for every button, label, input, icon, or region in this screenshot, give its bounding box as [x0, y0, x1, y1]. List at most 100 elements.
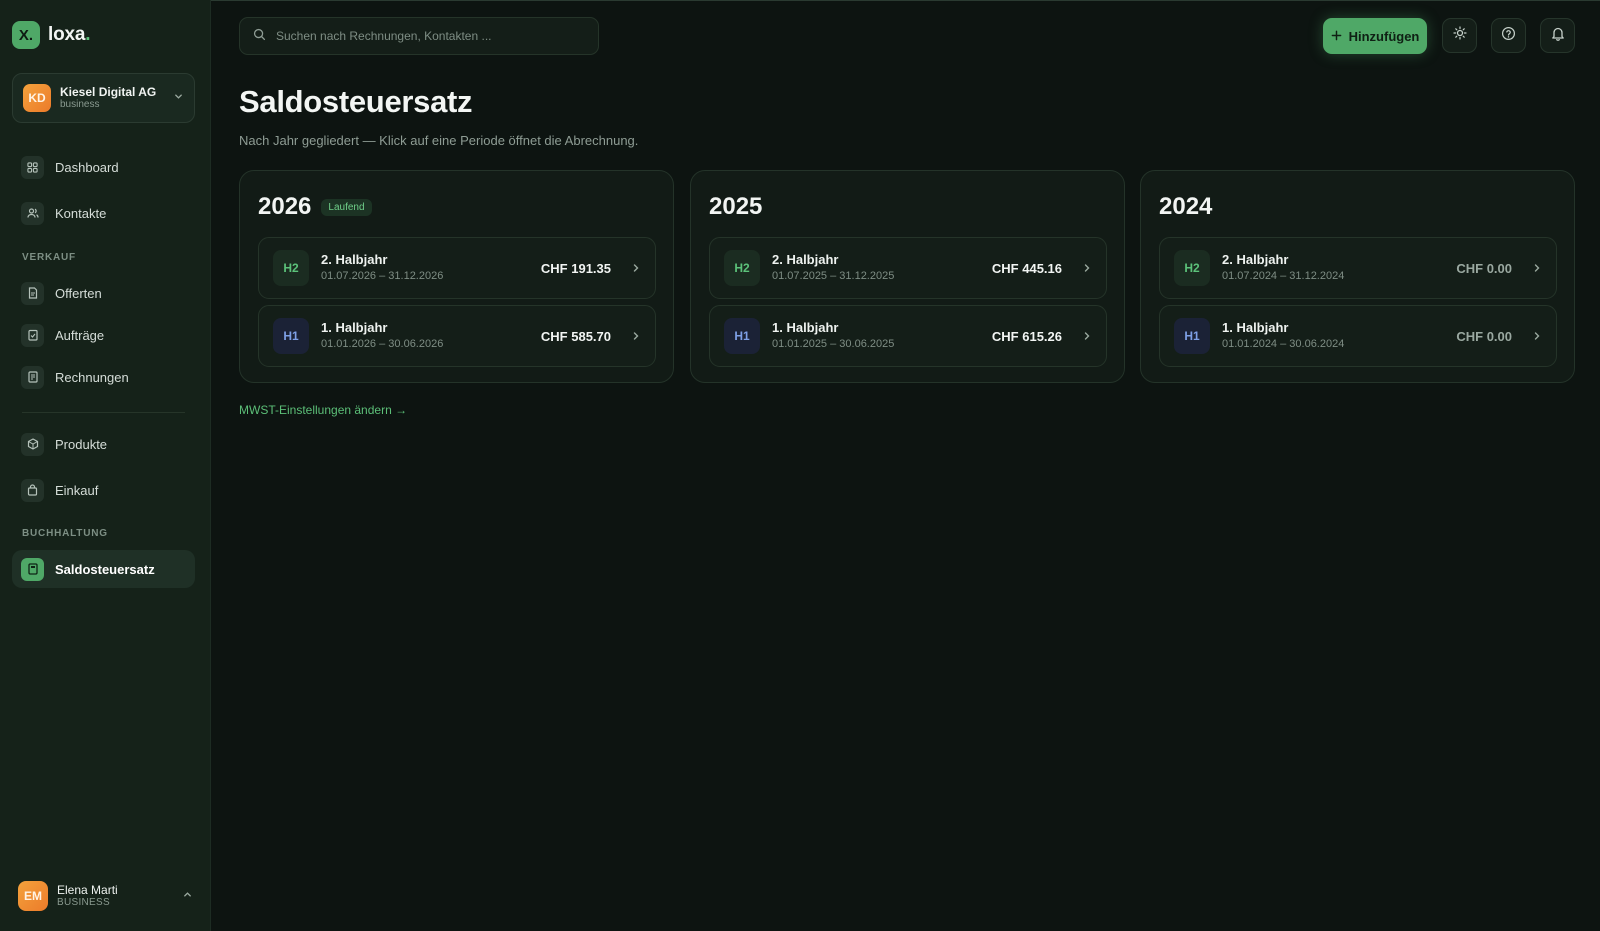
period-range: 01.01.2024 – 30.06.2024: [1222, 338, 1345, 351]
period-code-badge: H2: [273, 250, 309, 286]
sidebar-item-produkte[interactable]: Produkte: [12, 425, 195, 463]
calculator-icon: [21, 557, 44, 581]
sidebar-item-label: Kontakte: [55, 205, 107, 221]
nav-section-buchhaltung: BUCHHALTUNG: [22, 528, 108, 539]
period-range: 01.01.2026 – 30.06.2026: [321, 338, 444, 351]
period-range: 01.07.2026 – 31.12.2026: [321, 270, 444, 283]
sidebar-item-label: Offerten: [55, 285, 102, 301]
period-code-badge: H1: [273, 318, 309, 354]
chevron-right-icon: [1532, 261, 1542, 276]
user-role: BUSINESS: [57, 897, 110, 909]
period-amount: CHF 445.16: [991, 260, 1062, 276]
sidebar-item-label: Dashboard: [55, 159, 119, 175]
period-amount: CHF 585.70: [540, 328, 611, 344]
mwst-settings-link[interactable]: MWST-Einstellungen ändern →: [239, 403, 407, 417]
period-row-2026-h1[interactable]: H1 1. Halbjahr 01.01.2026 – 30.06.2026 C…: [258, 305, 656, 367]
period-row-2024-h2[interactable]: H2 2. Halbjahr 01.07.2024 – 31.12.2024 C…: [1159, 237, 1557, 299]
nav-verkauf: Offerten Aufträge Rechnungen: [12, 274, 195, 396]
year-card-2025: 2025 H2 2. Halbjahr 01.07.2025 – 31.12.2…: [690, 170, 1125, 383]
period-name: 1. Halbjahr: [772, 320, 839, 336]
period-amount: CHF 0.00: [1456, 328, 1512, 344]
nav-section-verkauf: VERKAUF: [22, 252, 76, 263]
period-code-badge: H1: [1174, 318, 1210, 354]
sidebar-item-label: Einkauf: [55, 482, 99, 498]
period-range: 01.07.2025 – 31.12.2025: [772, 270, 895, 283]
user-name: Elena Marti: [57, 882, 118, 897]
theme-toggle-button[interactable]: [1442, 18, 1477, 53]
search-input[interactable]: Suchen nach Rechnungen, Kontakten ...: [239, 17, 599, 55]
notifications-button[interactable]: [1540, 18, 1575, 53]
period-name: 2. Halbjahr: [1222, 252, 1289, 268]
period-amount: CHF 615.26: [991, 328, 1062, 344]
help-button[interactable]: [1491, 18, 1526, 53]
company-avatar: KD: [23, 84, 51, 112]
search-icon: [253, 28, 266, 44]
period-row-2025-h1[interactable]: H1 1. Halbjahr 01.01.2025 – 30.06.2025 C…: [709, 305, 1107, 367]
period-name: 2. Halbjahr: [321, 252, 388, 268]
year-card-2024: 2024 H2 2. Halbjahr 01.07.2024 – 31.12.2…: [1140, 170, 1575, 383]
shopping-bag-icon: [21, 478, 44, 502]
year-card-2026: 2026 Laufend H2 2. Halbjahr 01.07.2026 –…: [239, 170, 674, 383]
chevron-right-icon: [1082, 329, 1092, 344]
period-name: 1. Halbjahr: [1222, 320, 1289, 336]
sidebar-item-label: Saldosteuersatz: [55, 561, 155, 577]
document-icon: [21, 281, 44, 305]
sidebar-item-dashboard[interactable]: Dashboard: [12, 148, 195, 186]
sidebar-item-kontakte[interactable]: Kontakte: [12, 194, 195, 232]
period-name: 1. Halbjahr: [321, 320, 388, 336]
period-range: 01.07.2024 – 31.12.2024: [1222, 270, 1345, 283]
add-button[interactable]: Hinzufügen: [1323, 18, 1427, 54]
invoice-icon: [21, 365, 44, 389]
sidebar-item-einkauf[interactable]: Einkauf: [12, 471, 195, 509]
page-title: Saldosteuersatz: [239, 84, 473, 119]
period-amount: CHF 0.00: [1456, 260, 1512, 276]
company-name: Kiesel Digital AG: [60, 84, 157, 99]
app-logo[interactable]: X. loxa.: [12, 21, 91, 49]
year-title: 2025: [709, 193, 763, 220]
sidebar-item-label: Aufträge: [55, 327, 105, 343]
nav-products: Produkte Einkauf: [12, 425, 195, 509]
company-type: business: [60, 99, 100, 111]
sidebar-item-label: Rechnungen: [55, 369, 129, 385]
chevron-right-icon: [1082, 261, 1092, 276]
user-menu[interactable]: EM Elena Marti BUSINESS: [18, 881, 193, 911]
sidebar: X. loxa. KD Kiesel Digital AG business D…: [0, 0, 211, 931]
bell-icon: [1551, 26, 1565, 46]
add-button-label: Hinzufügen: [1348, 28, 1420, 44]
search-placeholder: Suchen nach Rechnungen, Kontakten ...: [276, 29, 492, 43]
sidebar-item-offerten[interactable]: Offerten: [12, 274, 195, 312]
logo-mark: X.: [12, 21, 40, 49]
page-subtitle: Nach Jahr gegliedert — Klick auf eine Pe…: [239, 133, 639, 148]
chevron-right-icon: [631, 329, 641, 344]
sidebar-item-saldosteuersatz[interactable]: Saldosteuersatz: [12, 550, 195, 588]
period-name: 2. Halbjahr: [772, 252, 839, 268]
users-icon: [21, 201, 44, 225]
plus-icon: [1331, 29, 1342, 44]
chevron-down-icon: [173, 91, 184, 105]
sidebar-divider: [22, 412, 185, 413]
status-badge: Laufend: [321, 198, 372, 216]
grid-icon: [21, 155, 44, 179]
sidebar-item-label: Produkte: [55, 436, 108, 452]
period-code-badge: H1: [724, 318, 760, 354]
chevron-up-icon: [182, 887, 193, 905]
year-title: 2026: [258, 193, 312, 220]
logo-text: loxa.: [48, 24, 91, 45]
period-row-2026-h2[interactable]: H2 2. Halbjahr 01.07.2026 – 31.12.2026 C…: [258, 237, 656, 299]
help-circle-icon: [1501, 26, 1516, 46]
top-border: [0, 0, 1600, 1]
clipboard-check-icon: [21, 323, 44, 347]
chevron-right-icon: [1532, 329, 1542, 344]
company-switcher[interactable]: KD Kiesel Digital AG business: [12, 73, 195, 123]
period-code-badge: H2: [724, 250, 760, 286]
sidebar-item-auftraege[interactable]: Aufträge: [12, 316, 195, 354]
period-row-2025-h2[interactable]: H2 2. Halbjahr 01.07.2025 – 31.12.2025 C…: [709, 237, 1107, 299]
sun-icon: [1452, 26, 1467, 45]
period-amount: CHF 191.35: [540, 260, 611, 276]
period-range: 01.01.2025 – 30.06.2025: [772, 338, 895, 351]
box-icon: [21, 432, 44, 456]
period-row-2024-h1[interactable]: H1 1. Halbjahr 01.01.2024 – 30.06.2024 C…: [1159, 305, 1557, 367]
user-avatar: EM: [18, 881, 48, 911]
sidebar-item-rechnungen[interactable]: Rechnungen: [12, 358, 195, 396]
chevron-right-icon: [631, 261, 641, 276]
